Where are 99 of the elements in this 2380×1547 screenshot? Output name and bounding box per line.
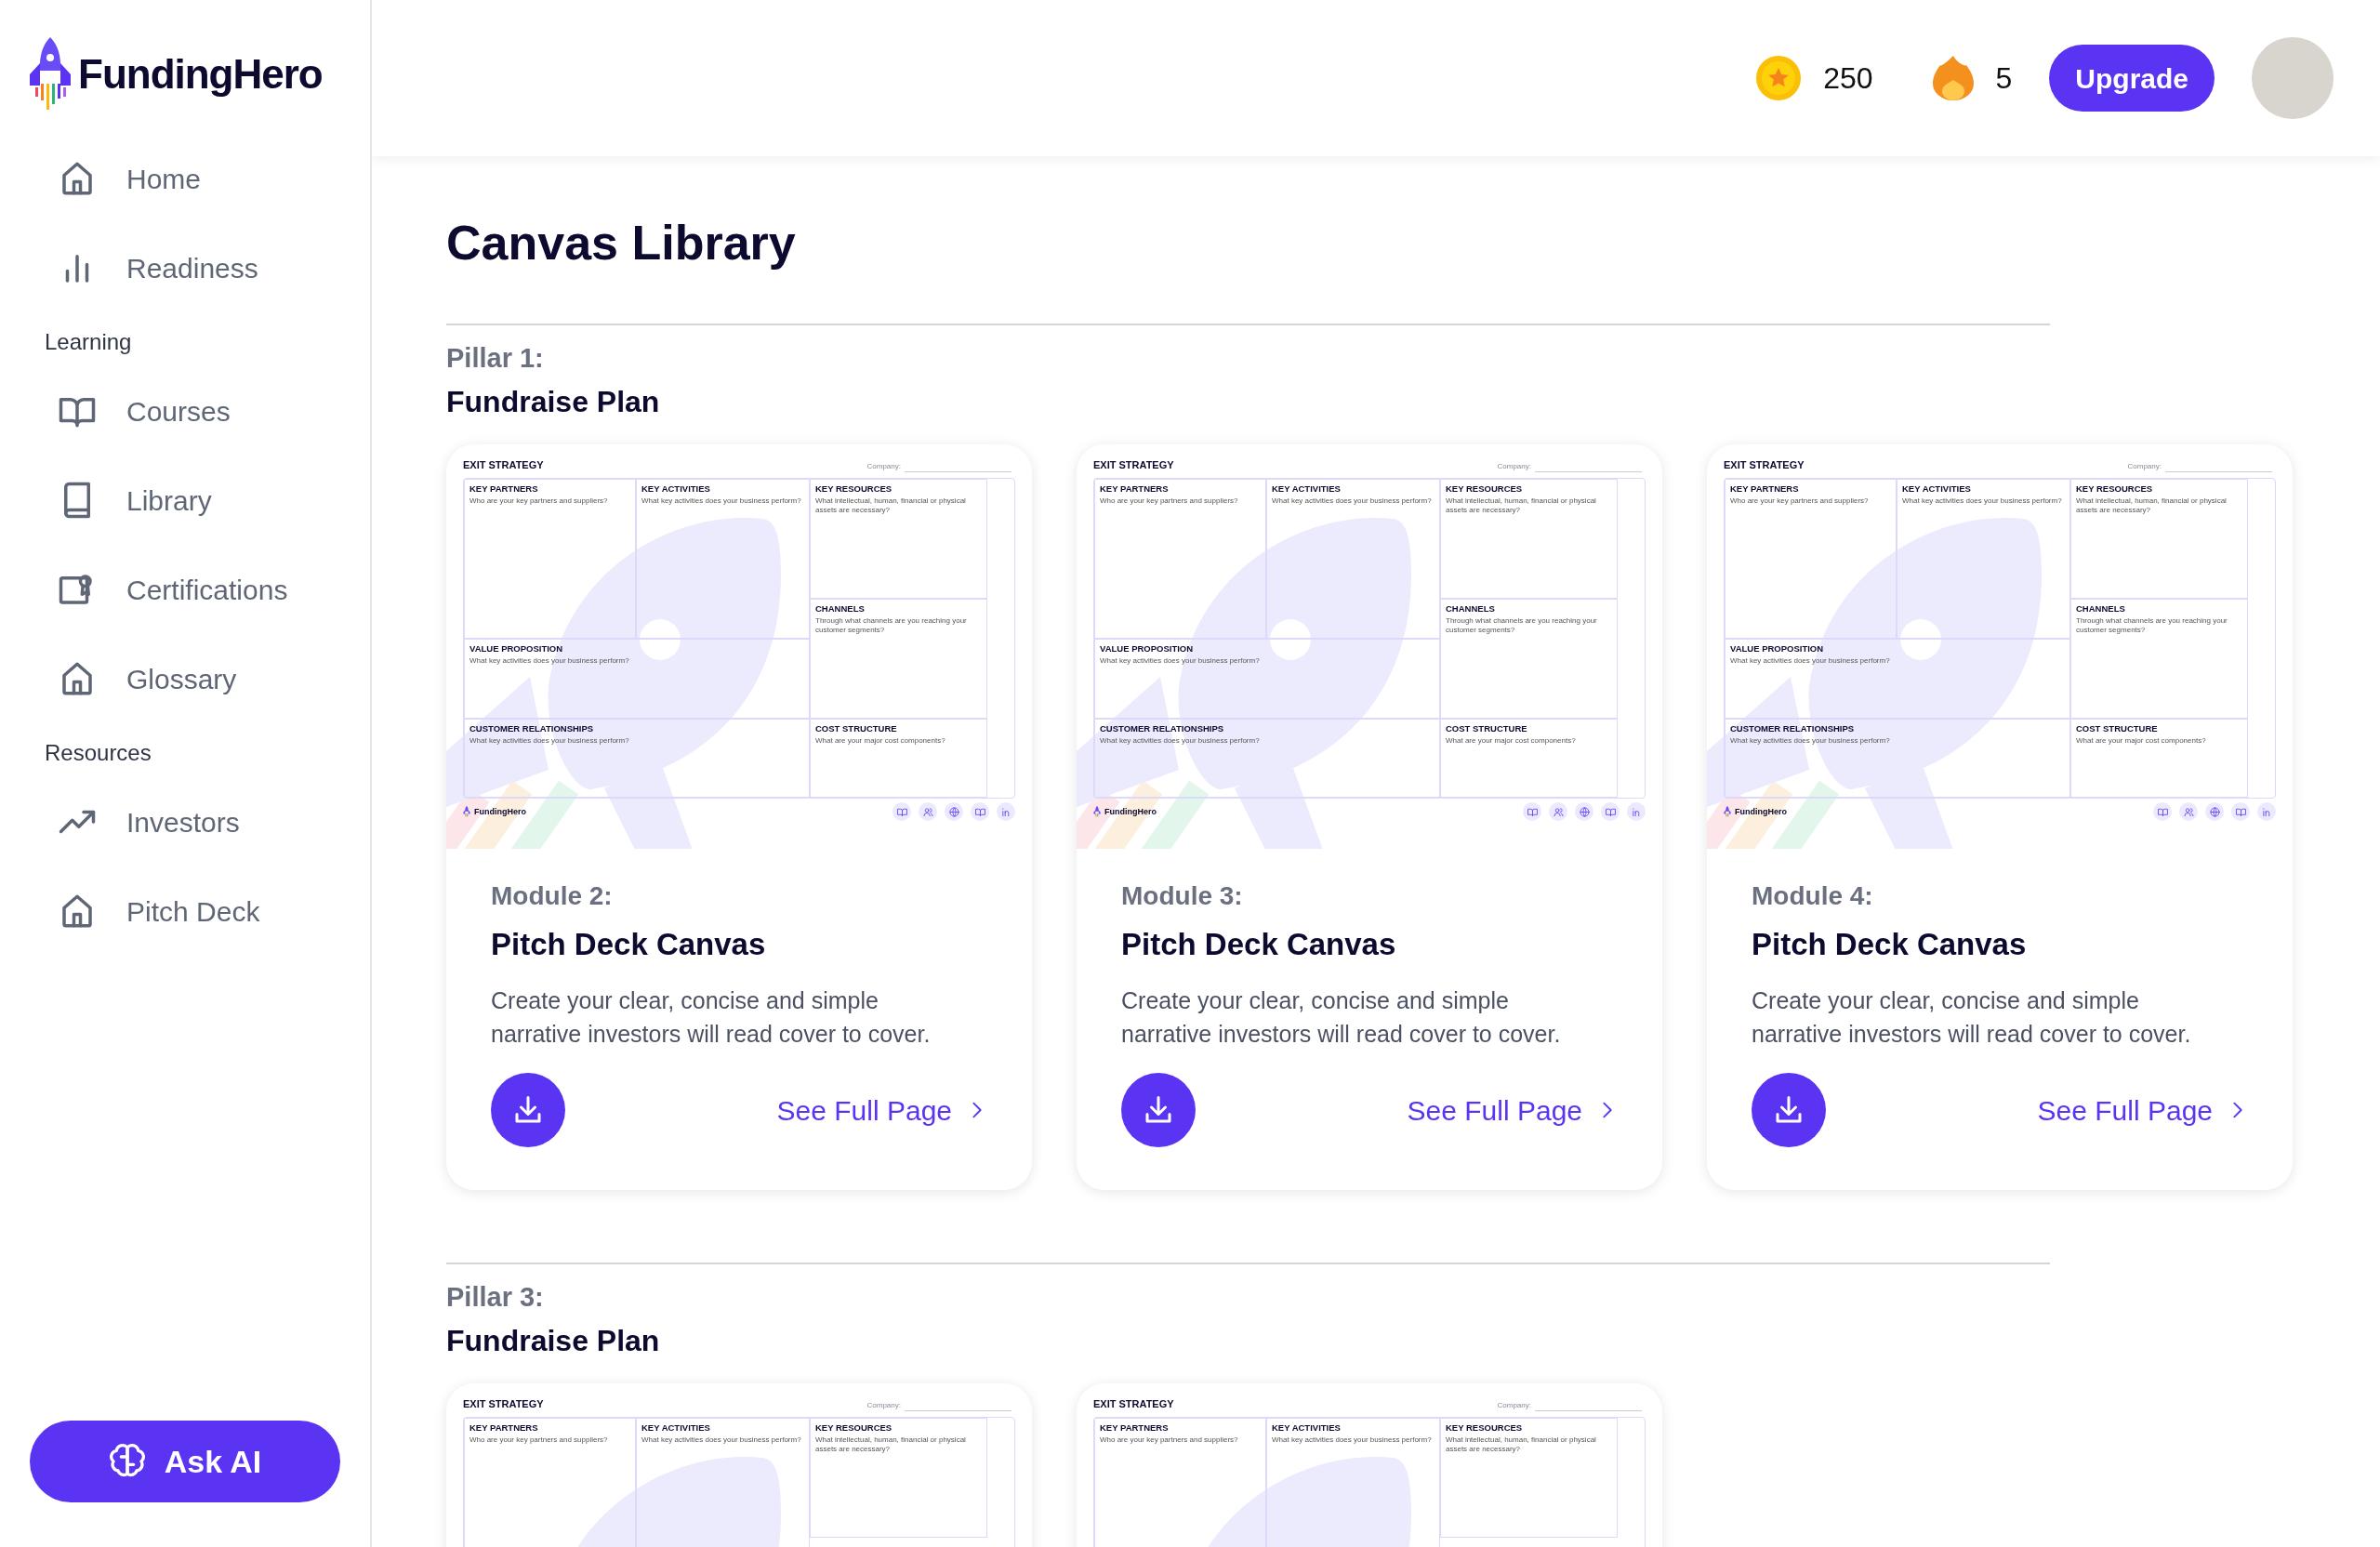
card-title: Pitch Deck Canvas bbox=[491, 925, 767, 963]
sidebar-item[interactable]: Courses bbox=[30, 366, 340, 456]
cell-question: Who are your key partners and suppliers? bbox=[1730, 496, 1870, 507]
canvas-heading: EXIT STRATEGY bbox=[1724, 457, 1805, 472]
cell-question: Through what channels are you reaching your customer segments? bbox=[1446, 615, 1598, 636]
upgrade-button[interactable]: Upgrade bbox=[2049, 45, 2215, 112]
canvas-heading: EXIT STRATEGY bbox=[1093, 1396, 1174, 1411]
cell-title: VALUE PROPOSITION bbox=[1730, 644, 1825, 654]
company-label: Company: bbox=[866, 461, 901, 473]
cell-question: What key activities does your business perform? bbox=[1272, 1435, 1433, 1446]
cell-question: What are your major cost components? bbox=[2076, 735, 2207, 747]
sidebar-item[interactable]: Investors bbox=[30, 777, 340, 866]
section-heading: Resources bbox=[44, 739, 152, 767]
cell-question: What key activities does your business perform? bbox=[1272, 496, 1433, 507]
canvas-brand: FundingHero bbox=[1104, 805, 1157, 818]
cell-question: What intellectual, human, financial or physical assets are necessary? bbox=[815, 496, 967, 516]
cell-question: What key activities does your business perform? bbox=[1902, 496, 2063, 507]
cell-title: KEY ACTIVITIES bbox=[1272, 1423, 1342, 1434]
cell-question: What key activities does your business perform? bbox=[469, 735, 630, 747]
cell-question: What intellectual, human, financial or physical assets are necessary? bbox=[815, 1435, 967, 1455]
module-label: Module 2: bbox=[491, 879, 614, 912]
cell-title: CHANNELS bbox=[815, 604, 866, 615]
pillar-label: Pillar 1: bbox=[446, 342, 545, 376]
cell-question: Who are your key partners and suppliers? bbox=[469, 496, 609, 507]
pillar-title: Fundraise Plan bbox=[446, 1322, 661, 1359]
cell-title: KEY ACTIVITIES bbox=[641, 484, 711, 495]
cell-question: What key activities does your business perform? bbox=[641, 496, 802, 507]
cell-question: What intellectual, human, financial or physical assets are necessary? bbox=[2076, 496, 2228, 516]
cell-title: KEY PARTNERS bbox=[1730, 484, 1800, 495]
cell-title: CUSTOMER RELATIONSHIPS bbox=[469, 724, 595, 734]
canvas-brand: FundingHero bbox=[1735, 805, 1787, 818]
cell-title: KEY PARTNERS bbox=[1100, 484, 1170, 495]
sidebar-item[interactable]: Certifications bbox=[30, 545, 340, 634]
card-description: Create your clear, concise and simple narrative investors will read cover to cover. bbox=[1752, 986, 2192, 1050]
sidebar-item[interactable]: Pitch Deck bbox=[30, 866, 340, 956]
canvas-heading: EXIT STRATEGY bbox=[463, 1396, 544, 1411]
sidebar-item[interactable]: Glossary bbox=[30, 634, 340, 723]
cell-question: What are your major cost components? bbox=[815, 735, 946, 747]
cell-title: VALUE PROPOSITION bbox=[469, 644, 564, 654]
company-label: Company: bbox=[866, 1400, 901, 1412]
page-title: Canvas Library bbox=[446, 215, 797, 271]
cell-title: KEY RESOURCES bbox=[815, 484, 893, 495]
cell-title: KEY RESOURCES bbox=[1446, 1423, 1524, 1434]
cell-question: Who are your key partners and suppliers? bbox=[1100, 1435, 1239, 1446]
cell-question: What intellectual, human, financial or physical assets are necessary? bbox=[1446, 1435, 1597, 1455]
cell-title: COST STRUCTURE bbox=[815, 724, 898, 734]
cell-question: What key activities does your business perform? bbox=[1730, 735, 1891, 747]
cell-title: VALUE PROPOSITION bbox=[1100, 644, 1195, 654]
cell-question: What key activities does your business perform? bbox=[641, 1435, 802, 1446]
cell-title: KEY RESOURCES bbox=[2076, 484, 2154, 495]
cell-question: What key activities does your business perform? bbox=[1100, 735, 1261, 747]
module-label: Module 3: bbox=[1121, 879, 1244, 912]
streak-count: 5 bbox=[1995, 60, 2013, 97]
coin-count: 250 bbox=[1823, 60, 1873, 97]
ask-ai-button[interactable]: Ask AI bbox=[30, 1421, 340, 1502]
cell-title: KEY ACTIVITIES bbox=[1902, 484, 1972, 495]
cell-question: What key activities does your business perform? bbox=[1730, 655, 1891, 667]
cell-question: Who are your key partners and suppliers? bbox=[469, 1435, 609, 1446]
cell-title: CUSTOMER RELATIONSHIPS bbox=[1100, 724, 1225, 734]
cell-title: KEY PARTNERS bbox=[1100, 1423, 1170, 1434]
section-heading: Learning bbox=[44, 328, 133, 356]
cell-question: Through what channels are you reaching your customer segments? bbox=[815, 615, 968, 636]
card-title: Pitch Deck Canvas bbox=[1121, 925, 1397, 963]
company-label: Company: bbox=[1497, 461, 1531, 473]
see-full-page-link[interactable]: See Full Page bbox=[2037, 1089, 2248, 1131]
card-title: Pitch Deck Canvas bbox=[1752, 925, 2028, 963]
card-description: Create your clear, concise and simple narrative investors will read cover to cover. bbox=[1121, 986, 1562, 1050]
cell-question: What intellectual, human, financial or physical assets are necessary? bbox=[1446, 496, 1597, 516]
pillar-title: Fundraise Plan bbox=[446, 383, 661, 420]
cell-title: KEY ACTIVITIES bbox=[1272, 484, 1342, 495]
cell-question: What key activities does your business perform? bbox=[469, 655, 630, 667]
cell-question: What key activities does your business perform? bbox=[1100, 655, 1261, 667]
company-label: Company: bbox=[2127, 461, 2162, 473]
cell-title: COST STRUCTURE bbox=[2076, 724, 2159, 734]
cell-question: Who are your key partners and suppliers? bbox=[1100, 496, 1239, 507]
cell-title: KEY RESOURCES bbox=[1446, 484, 1524, 495]
cell-title: CUSTOMER RELATIONSHIPS bbox=[1730, 724, 1856, 734]
cell-title: CHANNELS bbox=[1446, 604, 1496, 615]
cell-title: CHANNELS bbox=[2076, 604, 2126, 615]
pillar-label: Pillar 3: bbox=[446, 1281, 545, 1315]
canvas-heading: EXIT STRATEGY bbox=[463, 457, 544, 472]
cell-question: Through what channels are you reaching your customer segments? bbox=[2076, 615, 2228, 636]
cell-title: KEY ACTIVITIES bbox=[641, 1423, 711, 1434]
cell-title: COST STRUCTURE bbox=[1446, 724, 1528, 734]
cell-title: KEY RESOURCES bbox=[815, 1423, 893, 1434]
cell-question: What are your major cost components? bbox=[1446, 735, 1577, 747]
see-full-page-link[interactable]: See Full Page bbox=[776, 1089, 987, 1131]
brand-name: FundingHero bbox=[78, 50, 323, 99]
module-label: Module 4: bbox=[1752, 879, 1874, 912]
sidebar-item[interactable]: Library bbox=[30, 456, 340, 545]
cell-title: KEY PARTNERS bbox=[469, 484, 539, 495]
see-full-page-link[interactable]: See Full Page bbox=[1407, 1089, 1618, 1131]
card-description: Create your clear, concise and simple narrative investors will read cover to cover. bbox=[491, 986, 932, 1050]
company-label: Company: bbox=[1497, 1400, 1531, 1412]
sidebar-item[interactable]: Readiness bbox=[30, 223, 340, 312]
canvas-heading: EXIT STRATEGY bbox=[1093, 457, 1174, 472]
sidebar-item[interactable]: Home bbox=[30, 134, 340, 223]
cell-title: KEY PARTNERS bbox=[469, 1423, 539, 1434]
canvas-brand: FundingHero bbox=[474, 805, 526, 818]
